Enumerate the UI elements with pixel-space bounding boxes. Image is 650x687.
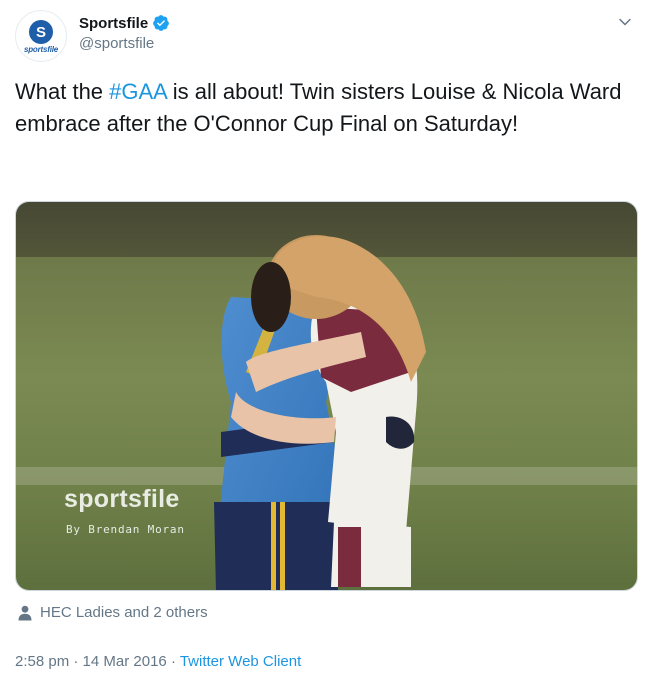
avatar[interactable]: S sportsfile xyxy=(15,10,67,62)
meta-separator: · xyxy=(166,653,180,670)
display-name[interactable]: Sportsfile xyxy=(79,15,148,32)
tweet-text-part: What the xyxy=(15,79,110,104)
tweet-text: What the #GAA is all about! Twin sisters… xyxy=(15,76,630,140)
photo-credit: By Brendan Moran xyxy=(66,523,185,536)
meta-separator: · xyxy=(69,653,83,670)
avatar-logo-mark: S xyxy=(29,20,53,44)
person-icon xyxy=(18,605,32,620)
tagged-people-label[interactable]: HEC Ladies and 2 others xyxy=(40,604,208,621)
tagged-people[interactable]: HEC Ladies and 2 others xyxy=(18,604,208,621)
photo-watermark: sportsfile xyxy=(64,485,180,513)
handle[interactable]: @sportsfile xyxy=(79,35,170,52)
tweet-card: S sportsfile Sportsfile @sportsfile What… xyxy=(0,0,650,687)
chevron-down-icon[interactable] xyxy=(618,15,632,29)
client-link[interactable]: Twitter Web Client xyxy=(180,653,301,670)
hashtag-link[interactable]: #GAA xyxy=(109,79,166,104)
avatar-logo-word: sportsfile xyxy=(23,45,58,54)
verified-badge-icon xyxy=(153,15,170,31)
tweet-date[interactable]: 14 Mar 2016 xyxy=(83,653,167,670)
tweet-time[interactable]: 2:58 pm xyxy=(15,653,69,670)
account-names: Sportsfile @sportsfile xyxy=(79,14,170,52)
tweet-photo[interactable]: sportsfile By Brendan Moran xyxy=(15,201,638,591)
tweet-meta: 2:58 pm · 14 Mar 2016 · Twitter Web Clie… xyxy=(15,653,301,670)
display-name-row[interactable]: Sportsfile xyxy=(79,14,170,32)
